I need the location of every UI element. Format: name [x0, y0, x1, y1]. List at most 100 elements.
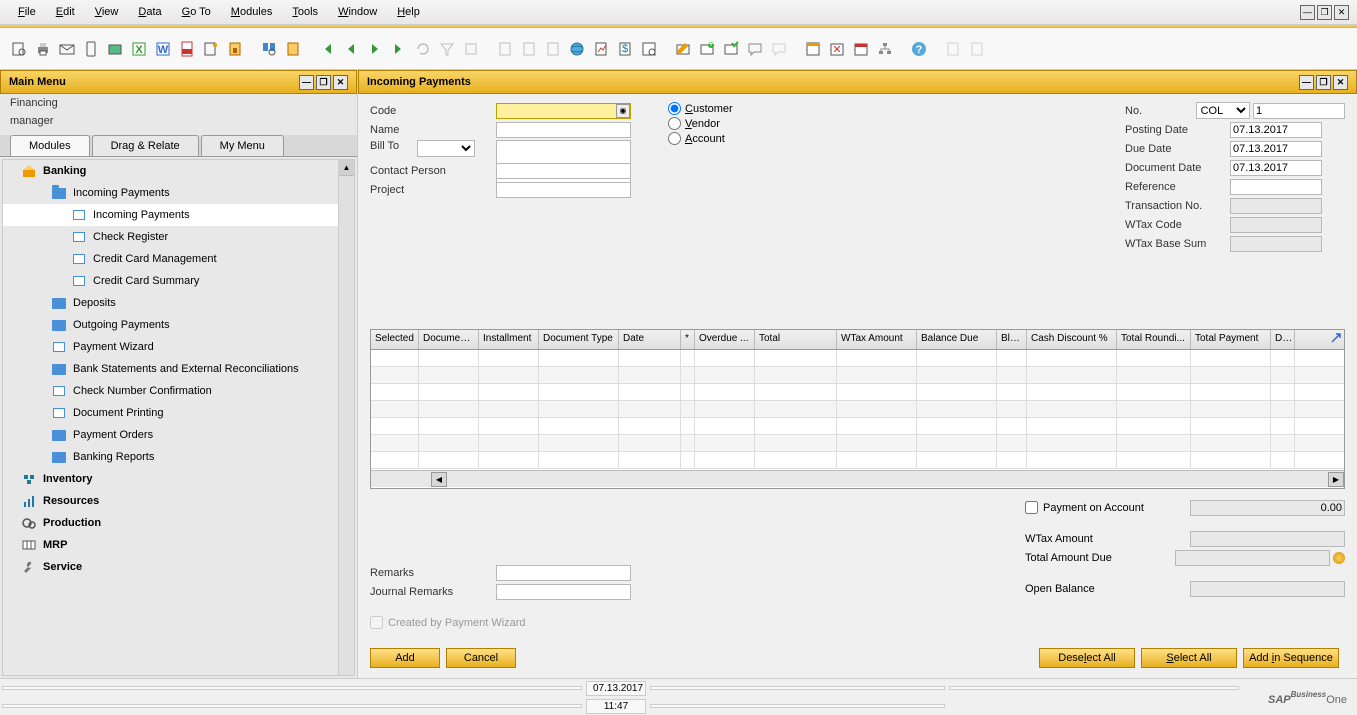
email-icon[interactable]: [56, 38, 78, 60]
layout-icon[interactable]: [802, 38, 824, 60]
input-contact-person[interactable]: [496, 163, 631, 179]
payment-means-icon[interactable]: [1333, 552, 1345, 564]
panel-minimize-icon[interactable]: —: [299, 75, 314, 90]
input-journal-remarks[interactable]: [496, 584, 631, 600]
prev-record-icon[interactable]: [340, 38, 362, 60]
report-icon[interactable]: [966, 38, 988, 60]
input-no[interactable]: [1253, 103, 1345, 119]
grid-header-13[interactable]: Total Payment: [1191, 330, 1271, 349]
input-due-date[interactable]: [1230, 141, 1322, 157]
payment-means-icon[interactable]: $: [614, 38, 636, 60]
refresh-icon[interactable]: [412, 38, 434, 60]
tree-check-number[interactable]: Check Number Confirmation: [3, 380, 354, 402]
grid-header-7[interactable]: Total: [755, 330, 837, 349]
grid-header-1[interactable]: Documen...: [419, 330, 479, 349]
grid-header-11[interactable]: Cash Discount %: [1027, 330, 1117, 349]
label-customer[interactable]: Customer: [685, 103, 733, 115]
input-document-date[interactable]: [1230, 160, 1322, 176]
query-icon[interactable]: [942, 38, 964, 60]
grid-header-0[interactable]: Selected: [371, 330, 419, 349]
maximize-icon[interactable]: ❐: [1317, 5, 1332, 20]
input-project[interactable]: [496, 182, 631, 198]
tree-document-printing[interactable]: Document Printing: [3, 402, 354, 424]
menu-window[interactable]: Window: [328, 3, 387, 21]
edit-form-icon[interactable]: [672, 38, 694, 60]
menu-goto[interactable]: Go To: [172, 3, 221, 21]
add-doc-icon[interactable]: [282, 38, 304, 60]
select-no-series[interactable]: COL: [1196, 102, 1250, 119]
menu-file[interactable]: File: [8, 3, 46, 21]
table-row[interactable]: [371, 452, 1344, 469]
tree-resources[interactable]: Resources: [3, 490, 354, 512]
first-record-icon[interactable]: [316, 38, 338, 60]
menu-modules[interactable]: Modules: [221, 3, 283, 21]
input-reference[interactable]: [1230, 179, 1322, 195]
radio-vendor[interactable]: [668, 117, 681, 130]
radio-account[interactable]: [668, 132, 681, 145]
tab-my-menu[interactable]: My Menu: [201, 135, 284, 156]
tree-payment-orders[interactable]: Payment Orders: [3, 424, 354, 446]
calendar-x-icon[interactable]: ✕: [826, 38, 848, 60]
calendar-icon[interactable]: [850, 38, 872, 60]
hierarchy-icon[interactable]: [874, 38, 896, 60]
tree-bank-statements[interactable]: Bank Statements and External Reconciliat…: [3, 358, 354, 380]
tree-production[interactable]: Production: [3, 512, 354, 534]
tree-check-register[interactable]: Check Register: [3, 226, 354, 248]
form-minimize-icon[interactable]: —: [1299, 75, 1314, 90]
cancel-button[interactable]: Cancel: [446, 648, 516, 668]
table-row[interactable]: [371, 350, 1344, 367]
checkbox-payment-on-account[interactable]: [1025, 501, 1038, 514]
tree-incoming-payments[interactable]: Incoming Payments: [3, 204, 354, 226]
tree-banking[interactable]: Banking: [3, 160, 354, 182]
launch-icon[interactable]: [200, 38, 222, 60]
panel-close-icon[interactable]: ✕: [333, 75, 348, 90]
help-icon[interactable]: ?: [908, 38, 930, 60]
print-icon[interactable]: [32, 38, 54, 60]
lock-icon[interactable]: [224, 38, 246, 60]
add-button[interactable]: Add: [370, 648, 440, 668]
table-row[interactable]: [371, 367, 1344, 384]
menu-tools[interactable]: Tools: [282, 3, 328, 21]
expand-grid-icon[interactable]: [1330, 332, 1342, 344]
tree-outgoing-payments[interactable]: Outgoing Payments: [3, 314, 354, 336]
sort-icon[interactable]: [460, 38, 482, 60]
label-account[interactable]: Account: [685, 133, 725, 145]
tree-inventory[interactable]: Inventory: [3, 468, 354, 490]
input-posting-date[interactable]: [1230, 122, 1322, 138]
code-selector-icon[interactable]: ◉: [616, 104, 630, 118]
globe-icon[interactable]: [566, 38, 588, 60]
close-icon[interactable]: ✕: [1334, 5, 1349, 20]
preview-icon[interactable]: [8, 38, 30, 60]
form-close-icon[interactable]: ✕: [1333, 75, 1348, 90]
settings-view-icon[interactable]: [638, 38, 660, 60]
excel-icon[interactable]: X: [128, 38, 150, 60]
panel-maximize-icon[interactable]: ❐: [316, 75, 331, 90]
grid-header-12[interactable]: Total Roundi...: [1117, 330, 1191, 349]
grid-header-5[interactable]: *: [681, 330, 695, 349]
minimize-icon[interactable]: —: [1300, 5, 1315, 20]
grid-header-2[interactable]: Installment: [479, 330, 539, 349]
tree-payment-wizard[interactable]: Payment Wizard: [3, 336, 354, 358]
grid-header-10[interactable]: Blo...: [997, 330, 1027, 349]
tab-drag-relate[interactable]: Drag & Relate: [92, 135, 199, 156]
doc2-icon[interactable]: [518, 38, 540, 60]
deselect-all-button[interactable]: Deselect All: [1039, 648, 1135, 668]
scroll-left-icon[interactable]: ◀: [431, 472, 447, 487]
form-maximize-icon[interactable]: ❐: [1316, 75, 1331, 90]
menu-view[interactable]: View: [85, 3, 129, 21]
last-record-icon[interactable]: [388, 38, 410, 60]
grid-header-6[interactable]: Overdue ...: [695, 330, 755, 349]
select-all-button[interactable]: Select All: [1141, 648, 1237, 668]
grid-header-8[interactable]: WTax Amount: [837, 330, 917, 349]
message-icon[interactable]: [744, 38, 766, 60]
tree-scrollbar[interactable]: ▲: [338, 160, 354, 675]
message2-icon[interactable]: [768, 38, 790, 60]
tree-mrp[interactable]: MRP: [3, 534, 354, 556]
input-remarks[interactable]: [496, 565, 631, 581]
doc1-icon[interactable]: [494, 38, 516, 60]
grid-scrollbar[interactable]: ◀ ▶: [371, 470, 1344, 487]
check-form-icon[interactable]: [720, 38, 742, 60]
table-row[interactable]: [371, 384, 1344, 401]
input-code[interactable]: [496, 103, 631, 119]
menu-help[interactable]: Help: [387, 3, 430, 21]
